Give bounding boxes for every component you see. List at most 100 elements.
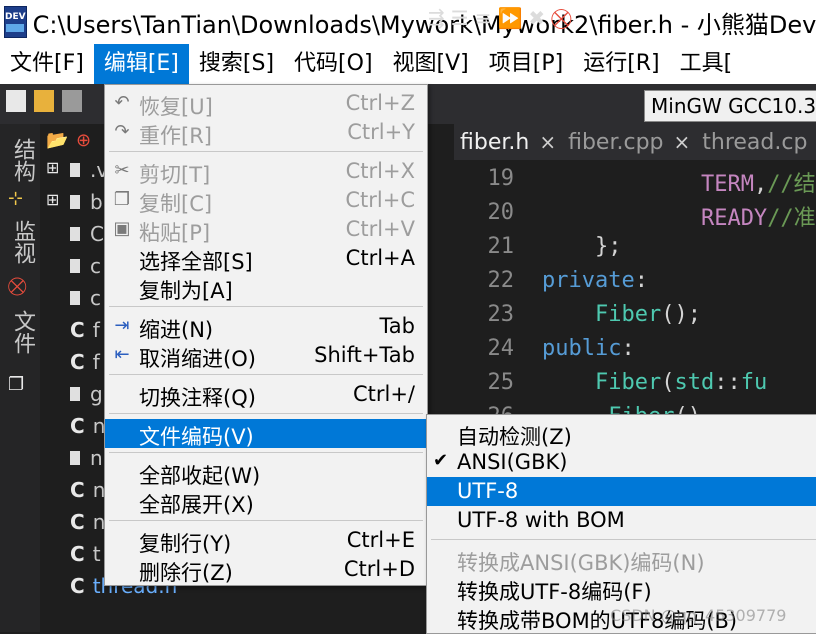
edit-menu-item[interactable]: 切换注释(Q) Ctrl+/ xyxy=(105,380,427,410)
menu-separator xyxy=(109,452,423,453)
encoding-menu-item[interactable]: UTF-8 with BOM xyxy=(427,506,816,535)
file-tree-item[interactable]: Cn xyxy=(70,510,105,534)
side-tab-watch[interactable]: 监视 xyxy=(6,220,38,264)
file-tree-item[interactable]: .v ⊞ xyxy=(46,158,108,182)
edit-menu-item[interactable]: ⇥ 缩进(N) Tab xyxy=(105,312,427,342)
indent-lines-icon[interactable]: ⇶ xyxy=(428,6,445,30)
file-icon xyxy=(70,195,80,209)
edit-menu-item[interactable]: 删除行(Z) Ctrl+D xyxy=(105,555,427,585)
encoding-menu-item-label: 转换成ANSI(GBK)编码(N) xyxy=(457,551,705,575)
edit-menu-item-shortcut: Ctrl+Y xyxy=(347,120,415,144)
file-tree-item-name: C xyxy=(90,222,104,246)
folder-icon[interactable]: 📂 xyxy=(46,130,68,151)
menu-separator xyxy=(109,413,423,414)
code-line: Fiber(std::fu xyxy=(594,370,768,395)
edit-menu-item: ↷ 重作[R] Ctrl+Y xyxy=(105,118,427,148)
edit-menu-item: ✂ 剪切[T] Ctrl+X xyxy=(105,157,427,187)
editor-tab[interactable]: fiber.cpp × xyxy=(562,130,696,155)
file-tree-item-name: c xyxy=(90,286,101,310)
menu-item[interactable]: 代码[O] xyxy=(284,44,382,84)
file-icon xyxy=(70,227,80,241)
expand-plus-icon[interactable]: ⊞ xyxy=(46,190,59,209)
editor-tab[interactable]: thread.cp xyxy=(696,130,813,155)
save-icon[interactable] xyxy=(62,90,82,112)
edit-menu-item[interactable]: 全部展开(X) xyxy=(105,487,427,517)
encoding-menu-item-label: UTF-8 xyxy=(457,479,519,503)
new-file-icon[interactable] xyxy=(6,90,26,112)
menu-separator xyxy=(109,151,423,152)
edit-menu-item-label: 切换注释(Q) xyxy=(139,386,256,410)
menu-separator xyxy=(431,539,816,540)
menu-item[interactable]: 搜索[S] xyxy=(189,44,284,84)
line-number: 20 xyxy=(487,200,515,225)
file-tree-item[interactable]: Cf xyxy=(70,318,100,342)
menu-item[interactable]: 编辑[E] xyxy=(93,44,189,84)
file-tree-item-name: b xyxy=(90,190,103,214)
file-tree-item-name: f xyxy=(92,350,100,374)
encoding-menu-item[interactable]: 转换成UTF-8编码(F) xyxy=(427,574,816,604)
fast-forward-icon[interactable]: ⏩ xyxy=(497,6,522,30)
app-logo-icon: DEV xyxy=(4,6,27,38)
file-tree-item[interactable]: Cn xyxy=(70,478,105,502)
menu-item[interactable]: 文件[F] xyxy=(0,44,94,84)
edit-menu-item-label: 重作[R] xyxy=(139,124,212,148)
c-source-icon: C xyxy=(70,318,85,342)
sort-lines-icon[interactable]: ≡ xyxy=(475,6,492,30)
edit-menu-item[interactable]: 文件编码(V) xyxy=(105,419,427,449)
unindent-lines-icon[interactable]: ☰ xyxy=(451,6,469,30)
expand-plus-icon[interactable]: ⊞ xyxy=(46,158,59,177)
file-tree-item[interactable]: g xyxy=(70,382,103,406)
file-tree-item[interactable]: Ct xyxy=(70,542,101,566)
encoding-menu-item[interactable]: UTF-8 xyxy=(427,477,816,506)
encoding-menu-item[interactable]: 自动检测(Z) xyxy=(427,419,816,449)
edit-menu-item[interactable]: 全部收起(W) xyxy=(105,458,427,488)
menu-item[interactable]: 项目[P] xyxy=(479,44,573,84)
c-source-icon: C xyxy=(70,414,85,438)
editor-tab-label: thread.cp xyxy=(702,129,808,155)
edit-menu-item[interactable]: 选择全部[S] Ctrl+A xyxy=(105,244,427,274)
file-tree-item[interactable]: c xyxy=(70,254,101,278)
editor-tab[interactable]: fiber.h × xyxy=(454,130,562,155)
toolbar-left-group xyxy=(6,90,82,112)
encoding-menu-item[interactable]: ✔ ANSI(GBK) xyxy=(427,448,816,477)
edit-menu-item-label: 剪切[T] xyxy=(139,163,211,187)
encoding-menu-item-label: 转换成UTF-8编码(F) xyxy=(457,580,652,604)
encoding-menu-item-label: ANSI(GBK) xyxy=(457,450,568,474)
edit-menu-item-label: 粘贴[P] xyxy=(139,221,211,245)
close-x-icon[interactable]: ✖ xyxy=(528,6,545,30)
side-tab-files[interactable]: 文件 xyxy=(6,310,38,354)
edit-menu-item[interactable]: 复制行(Y) Ctrl+E xyxy=(105,526,427,556)
indent-icon: ⇥ xyxy=(114,315,130,336)
file-tree-item[interactable]: c xyxy=(70,286,101,310)
edit-menu-item-label: 复制行(Y) xyxy=(139,532,232,556)
compiler-select[interactable]: MinGW GCC10.3 xyxy=(644,90,816,122)
menu-separator xyxy=(109,306,423,307)
file-tree-item[interactable]: Cn xyxy=(70,414,105,438)
file-tree-item-name: g xyxy=(90,382,103,406)
file-tree-item[interactable]: C xyxy=(70,222,104,246)
tab-close-icon[interactable]: × xyxy=(674,130,691,154)
target-icon[interactable]: ⊕ xyxy=(76,130,91,151)
file-encoding-submenu: 自动检测(Z) ✔ ANSI(GBK) UTF-8 UTF-8 with BOM 转换成A… xyxy=(426,414,816,634)
file-tree-item[interactable]: n xyxy=(70,446,103,470)
line-number: 19 xyxy=(487,166,515,191)
file-tree-item-name: t xyxy=(92,542,101,566)
line-number: 25 xyxy=(487,370,515,395)
edit-menu-item-label: 恢复[U] xyxy=(139,95,213,119)
line-number: 22 xyxy=(487,268,515,293)
edit-menu-item[interactable]: 复制为[A] xyxy=(105,273,427,303)
file-tree-item[interactable]: b ⊞ xyxy=(46,190,103,214)
file-icon xyxy=(70,451,80,465)
side-tab-structure[interactable]: 结构 xyxy=(6,138,38,182)
file-icon xyxy=(70,387,80,401)
open-folder-icon[interactable] xyxy=(34,90,54,112)
file-tree-item[interactable]: Cf xyxy=(70,350,100,374)
debug-bug-icon[interactable]: ⛒ xyxy=(551,6,571,30)
edit-menu-item-shortcut: Ctrl+V xyxy=(345,217,415,241)
menu-item[interactable]: 视图[V] xyxy=(383,44,479,84)
tab-close-icon[interactable]: × xyxy=(539,130,556,154)
edit-menu-item[interactable]: ⇤ 取消缩进(O) Shift+Tab xyxy=(105,341,427,371)
menu-item[interactable]: 工具[ xyxy=(670,44,743,84)
menu-item[interactable]: 运行[R] xyxy=(573,44,669,84)
file-tree-item-name: f xyxy=(92,318,100,342)
